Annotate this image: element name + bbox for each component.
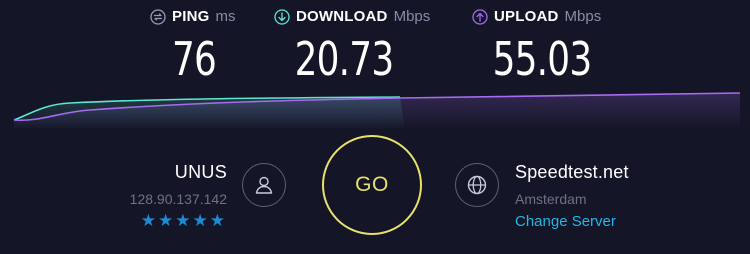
change-server-link[interactable]: Change Server xyxy=(515,213,629,230)
go-button[interactable]: GO xyxy=(322,135,422,235)
isp-info: UNUS 128.90.137.142 ★★★★★ xyxy=(130,162,227,231)
ping-header: PING ms xyxy=(150,8,235,25)
ping-icon xyxy=(150,8,166,25)
isp-name: UNUS xyxy=(174,162,227,182)
server-location: Amsterdam xyxy=(515,191,587,207)
server-info: Speedtest.net Amsterdam Change Server xyxy=(515,162,629,230)
speed-graph xyxy=(13,92,741,130)
upload-unit: Mbps xyxy=(564,8,602,25)
download-header: DOWNLOAD Mbps xyxy=(274,8,430,25)
isp-ip-address: 128.90.137.142 xyxy=(129,191,227,207)
ping-label: PING xyxy=(172,8,210,25)
upload-metric: UPLOAD Mbps 55.03 xyxy=(472,8,601,86)
server-name: Speedtest.net xyxy=(515,162,629,182)
ping-unit: ms xyxy=(215,8,236,25)
download-arrow-icon xyxy=(274,8,290,25)
user-icon xyxy=(242,163,286,207)
upload-label: UPLOAD xyxy=(494,8,559,25)
upload-arrow-icon xyxy=(472,8,488,25)
ping-metric: PING ms 76 xyxy=(150,8,235,86)
download-metric: DOWNLOAD Mbps 20.73 xyxy=(274,8,430,86)
globe-icon xyxy=(455,163,499,207)
upload-header: UPLOAD Mbps xyxy=(472,8,601,25)
download-graph-area xyxy=(14,97,405,130)
download-label: DOWNLOAD xyxy=(296,8,388,25)
isp-rating-stars[interactable]: ★★★★★ xyxy=(130,211,227,231)
download-unit: Mbps xyxy=(393,8,431,25)
